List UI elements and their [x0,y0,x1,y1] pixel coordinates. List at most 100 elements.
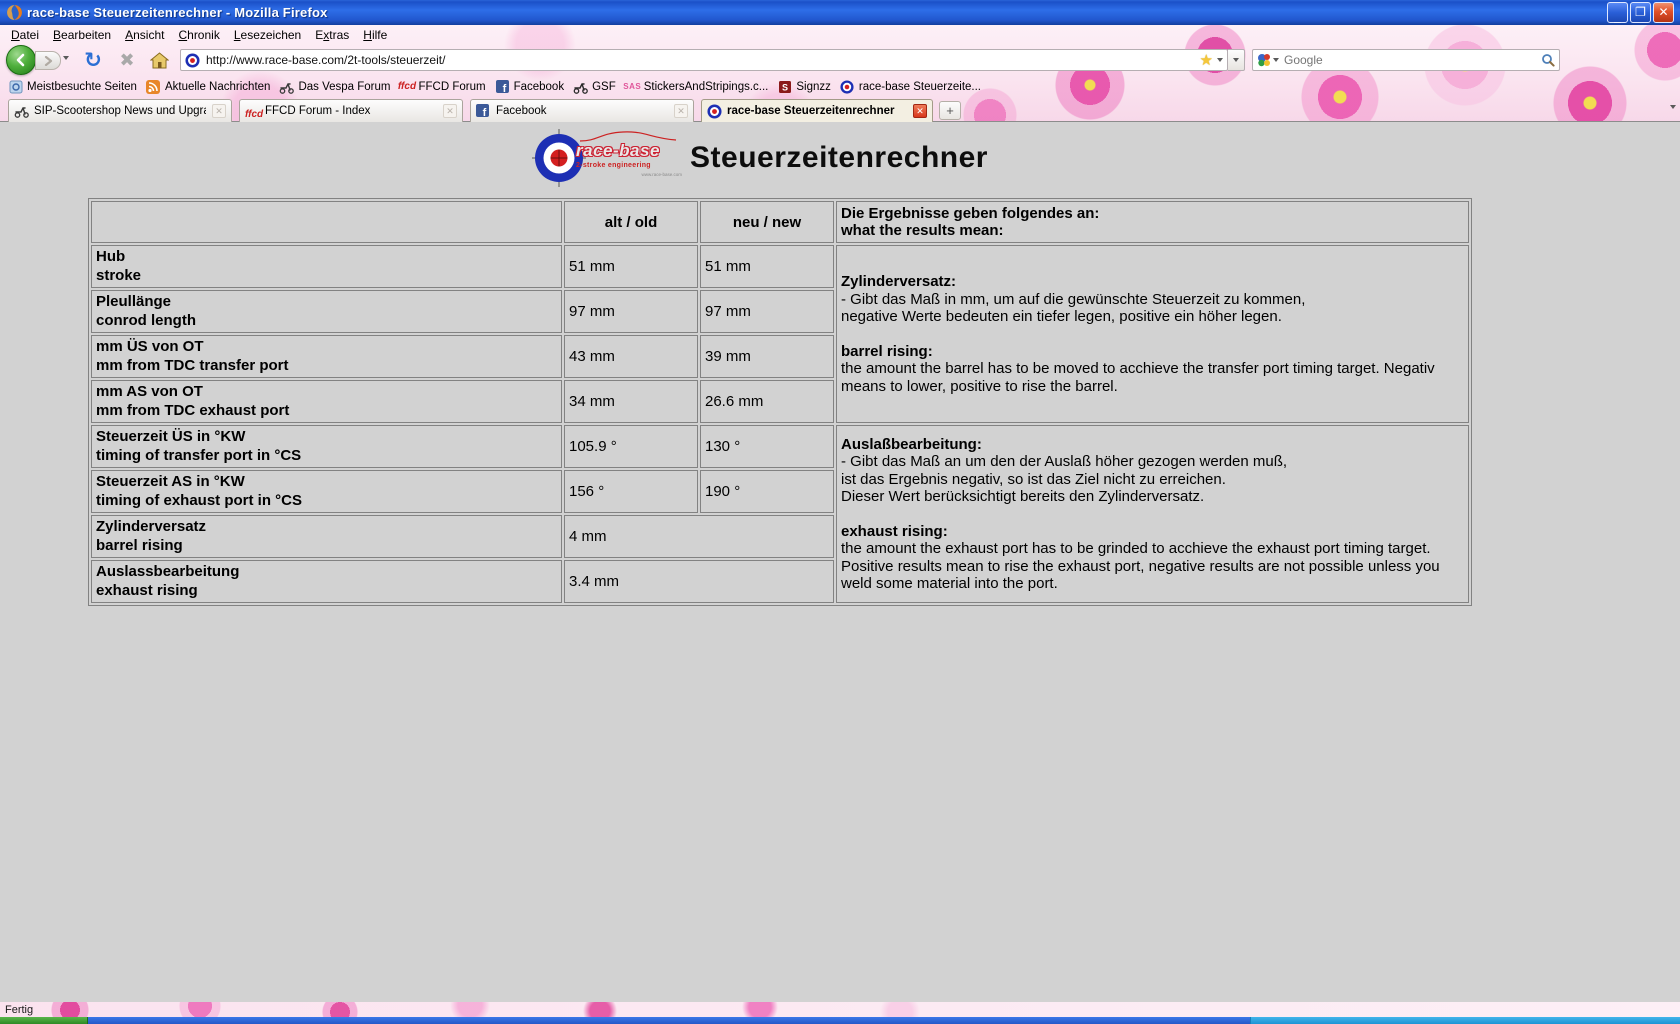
menu-ansicht[interactable]: Ansicht [118,26,171,44]
system-tray-fragment[interactable] [1250,1017,1680,1024]
page-header: race-base 2-stroke engineering www.race-… [0,129,1520,187]
search-input[interactable] [1284,53,1541,67]
table-row: Steuerzeit ÜS in °KWtiming of transfer p… [91,425,1469,468]
search-engine-dropdown[interactable] [1273,58,1279,62]
bookmark-ffcd-forum[interactable]: ffcd FFCD Forum [396,78,491,95]
menu-bar: Datei Bearbeiten Ansicht Chronik Lesezei… [0,25,1680,44]
status-text: Fertig [5,1004,33,1016]
bookmark-signzz[interactable]: S Signzz [774,78,837,95]
page-title: Steuerzeitenrechner [690,141,988,175]
back-history-dropdown[interactable] [63,56,69,60]
menu-bearbeiten[interactable]: Bearbeiten [46,26,118,44]
start-button-fragment[interactable] [0,1017,88,1024]
bookmark-star-icon[interactable]: ★ [1200,51,1213,69]
table-row: Hubstroke 51 mm 51 mm Zylinderversatz: -… [91,245,1469,288]
url-dropdown-caret[interactable] [1217,58,1223,62]
url-bar[interactable]: ★ [180,49,1228,71]
search-magnifier-icon[interactable] [1541,53,1555,67]
table-header-row: alt / old neu / new Die Ergebnisse geben… [91,201,1469,243]
bookmark-race-base[interactable]: race-base Steuerzeite... [837,78,987,95]
col-header-old: alt / old [564,201,698,243]
value-old: 105.9 ° [564,425,698,468]
site-favicon-roundel-icon [185,53,200,68]
value-new: 26.6 mm [700,380,834,423]
firefox-icon [6,4,23,21]
tab-close-icon[interactable]: ✕ [913,104,927,118]
scooter-icon [573,79,588,94]
url-input[interactable] [206,53,1200,67]
logo-text: race-base 2-stroke engineering www.race-… [576,141,682,177]
tab-strip: SIP-Scootershop News und Upgrades - ... … [0,97,1680,122]
value-new: 130 ° [700,425,834,468]
page-content: race-base 2-stroke engineering www.race-… [0,122,1680,1002]
bookmark-gsf[interactable]: GSF [570,78,622,95]
bookmark-facebook[interactable]: f Facebook [492,78,571,95]
roundel-icon [707,104,722,119]
roundel-icon [840,79,855,94]
home-button[interactable] [146,47,172,73]
menu-datei[interactable]: Datei [4,26,46,44]
google-engine-icon [1257,53,1271,67]
forward-button[interactable] [35,51,61,70]
ffcd-icon: ffcd [245,104,260,119]
close-button[interactable]: ✕ [1653,2,1674,23]
back-arrow-icon [14,53,28,67]
status-bar: Fertig [0,1002,1680,1017]
forward-arrow-icon [43,56,53,66]
tab-close-icon[interactable]: ✕ [212,104,226,118]
windows-taskbar[interactable] [0,1017,1680,1024]
value-old: 34 mm [564,380,698,423]
svg-text:S: S [782,82,788,92]
search-box[interactable] [1252,49,1560,71]
url-history-dropdown-button[interactable] [1228,49,1245,71]
reload-button[interactable]: ↻ [80,47,106,73]
back-button[interactable] [6,45,36,75]
window-title: race-base Steuerzeitenrechner - Mozilla … [27,5,328,20]
info-header-cell: Die Ergebnisse geben folgendes an: what … [836,201,1469,243]
new-tab-button[interactable]: + [939,101,961,120]
svg-text:f: f [483,107,487,117]
firefox-window: race-base Steuerzeitenrechner - Mozilla … [0,0,1680,1024]
scooter-icon [279,79,294,94]
tab-close-icon[interactable]: ✕ [674,104,688,118]
value-old: 97 mm [564,290,698,333]
menu-extras[interactable]: Extras [308,26,356,44]
value-new: 190 ° [700,470,834,513]
tab-close-icon[interactable]: ✕ [443,104,457,118]
value-old: 43 mm [564,335,698,378]
facebook-icon: f [495,79,510,94]
menu-lesezeichen[interactable]: Lesezeichen [227,26,308,44]
rss-icon [146,79,161,94]
navigation-toolbar: ↻ ✖ ★ [0,44,1680,76]
tab-ffcd-forum[interactable]: ffcd FFCD Forum - Index ✕ [239,99,463,122]
value-new: 97 mm [700,290,834,333]
ffcd-icon: ffcd [399,79,414,94]
bookmark-meistbesuchte-seiten[interactable]: Meistbesuchte Seiten [5,78,143,95]
menu-chronik[interactable]: Chronik [171,26,226,44]
menu-hilfe[interactable]: Hilfe [356,26,394,44]
tab-facebook[interactable]: f Facebook ✕ [470,99,694,122]
tab-race-base-active[interactable]: race-base Steuerzeitenrechner ✕ [701,99,933,122]
bookmark-aktuelle-nachrichten[interactable]: Aktuelle Nachrichten [143,78,276,95]
tab-sip-scootershop[interactable]: SIP-Scootershop News und Upgrades - ... … [8,99,232,122]
folder-popular-icon [8,79,23,94]
bookmark-das-vespa-forum[interactable]: Das Vespa Forum [276,78,396,95]
value-old: 156 ° [564,470,698,513]
race-base-logo: race-base 2-stroke engineering www.race-… [532,129,682,187]
sas-icon: SAS [625,79,640,94]
bookmark-stickersandstripings[interactable]: SAS StickersAndStripings.c... [622,78,775,95]
stop-button[interactable]: ✖ [114,47,140,73]
facebook-icon: f [476,104,491,119]
col-header-new: neu / new [700,201,834,243]
info-block-1: Zylinderversatz: - Gibt das Maß in mm, u… [836,245,1469,423]
window-titlebar[interactable]: race-base Steuerzeitenrechner - Mozilla … [0,0,1680,25]
restore-button[interactable]: ❐ [1630,2,1651,23]
signzz-icon: S [777,79,792,94]
info-block-2: Auslaßbearbeitung: - Gibt das Maß an um … [836,425,1469,603]
value-new: 51 mm [700,245,834,288]
value-result: 3.4 mm [564,560,834,603]
all-tabs-dropdown[interactable] [1670,105,1676,109]
timing-table: alt / old neu / new Die Ergebnisse geben… [88,198,1472,606]
value-old: 51 mm [564,245,698,288]
minimize-button[interactable]: _ [1607,2,1628,23]
